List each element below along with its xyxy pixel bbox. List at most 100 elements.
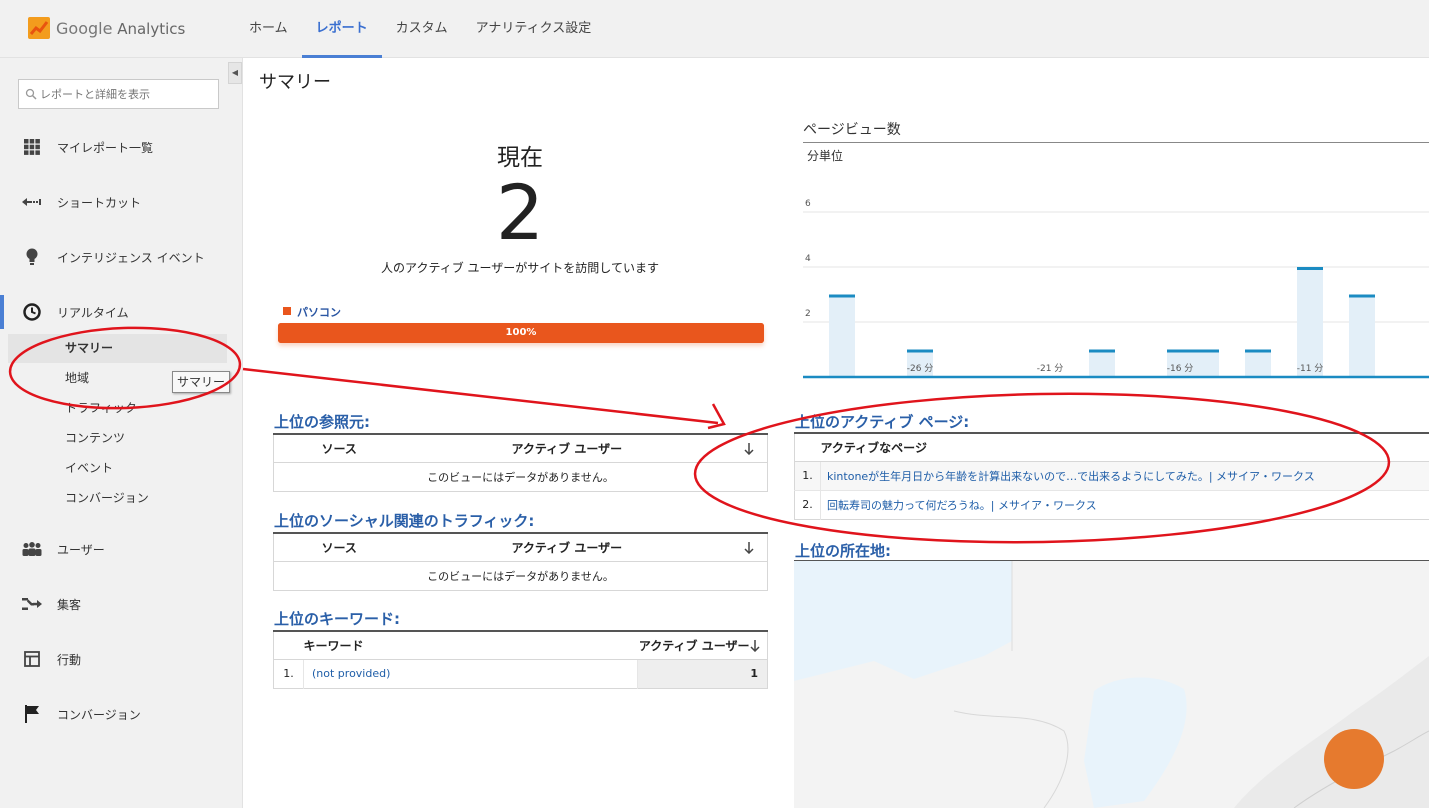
chart-y-tick-label: 4	[805, 254, 811, 264]
logo-text: Google Analytics	[56, 18, 186, 38]
chart-bar	[1193, 349, 1219, 377]
top-locations-title: 上位の所在地:	[795, 542, 891, 560]
sidebar-item-label: ユーザー	[57, 542, 105, 557]
sidebar-item-acquisition[interactable]: 集客	[0, 587, 228, 621]
nav-home[interactable]: ホーム	[235, 0, 302, 58]
search-input[interactable]	[40, 87, 210, 101]
top-bar: Google Analytics ホーム レポート カスタム アナリティクス設定	[0, 0, 1429, 58]
sidebar-item-my-reports[interactable]: マイレポート一覧	[0, 130, 228, 164]
keywords-table: キーワード アクティブ ユーザー 1. (not provided) 1	[273, 630, 768, 689]
chart-bar-cap	[1167, 349, 1193, 353]
summary-tooltip: サマリー	[172, 371, 231, 393]
active-page-link[interactable]: 回転寿司の魅力って何だろうね。| メサイア・ワークス	[821, 490, 1429, 519]
top-social-title: 上位のソーシャル関連のトラフィック:	[274, 512, 535, 530]
device-share-bar: 100%	[278, 323, 764, 343]
sidebar-item-label: 行動	[57, 652, 82, 667]
col-active-users[interactable]: アクティブ ユーザー	[511, 434, 744, 463]
chart-y-tick-label: 2	[805, 309, 811, 319]
row-number: 2.	[794, 490, 821, 519]
pageviews-chart-subtitle: 分単位	[807, 149, 844, 163]
realtime-sub-events[interactable]: イベント	[8, 454, 227, 483]
sidebar-item-realtime[interactable]: リアルタイム	[0, 295, 228, 329]
referrers-table: ソース アクティブ ユーザー このビューにはデータがありません。	[273, 433, 768, 492]
sidebar: ◀ マイレポート一覧 ショートカット インテリジェンス イベント リアルタイム …	[0, 58, 243, 808]
keyword-active-users: 1	[637, 659, 768, 688]
acquisition-icon	[22, 594, 42, 614]
active-user-count: 2	[495, 168, 545, 257]
chart-x-tick-label: -21 分	[1037, 363, 1064, 374]
no-data-message: このビューにはデータがありません。	[427, 569, 614, 583]
table-row: 2. 回転寿司の魅力って何だろうね。| メサイア・ワークス	[794, 490, 1429, 519]
sort-cell[interactable]	[749, 631, 768, 660]
sidebar-item-intelligence-events[interactable]: インテリジェンス イベント	[0, 240, 228, 274]
chart-bar-cap	[1245, 349, 1271, 353]
users-icon	[22, 539, 42, 559]
top-keywords-title: 上位のキーワード:	[274, 610, 400, 628]
google-analytics-logo[interactable]: Google Analytics	[28, 14, 185, 42]
header-spacer	[794, 433, 821, 462]
search-icon	[25, 88, 37, 100]
col-keyword[interactable]: キーワード	[303, 631, 638, 660]
sidebar-item-label: 集客	[57, 597, 82, 612]
sidebar-item-audience[interactable]: ユーザー	[0, 532, 228, 566]
col-active-page[interactable]: アクティブなページ	[820, 433, 1429, 462]
location-marker[interactable]	[1324, 729, 1384, 789]
device-legend-swatch	[283, 307, 291, 315]
active-user-description: 人のアクティブ ユーザーがサイトを訪問しています	[381, 261, 659, 275]
sidebar-item-label: マイレポート一覧	[57, 140, 154, 155]
sidebar-item-shortcuts[interactable]: ショートカット	[0, 185, 228, 219]
chart-x-tick-label: -16 分	[1167, 363, 1194, 374]
chart-bar-cap	[907, 349, 933, 353]
map-graphic	[794, 561, 1429, 808]
header-spacer	[273, 631, 304, 660]
sidebar-item-conversions[interactable]: コンバージョン	[0, 697, 228, 731]
active-page-link[interactable]: kintoneが生年月日から年齢を計算出来ないので…で出来るようにしてみた。| …	[821, 461, 1429, 490]
chart-x-tick-label: -11 分	[1297, 363, 1324, 374]
nav-admin[interactable]: アナリティクス設定	[462, 0, 606, 58]
chart-x-tick-label: -26 分	[907, 363, 934, 374]
sidebar-item-label: リアルタイム	[57, 305, 129, 320]
realtime-sub-traffic[interactable]: トラフィック	[8, 394, 227, 423]
col-source[interactable]: ソース	[321, 533, 512, 562]
analytics-logo-icon	[28, 17, 50, 39]
realtime-sub-conversions[interactable]: コンバージョン	[8, 484, 227, 513]
chart-bar	[1089, 349, 1115, 377]
nav-reports[interactable]: レポート	[301, 0, 382, 58]
device-share-fill: 100%	[278, 323, 764, 343]
report-search[interactable]	[18, 79, 219, 109]
sidebar-item-label: ショートカット	[57, 195, 142, 210]
header-spacer	[273, 533, 322, 562]
location-map[interactable]	[794, 561, 1429, 808]
flag-icon	[22, 704, 42, 724]
col-active-users[interactable]: アクティブ ユーザー	[637, 631, 750, 660]
shortcut-icon	[22, 192, 42, 212]
keyword-link[interactable]: (not provided)	[303, 659, 638, 688]
page-title: サマリー	[259, 72, 331, 93]
chart-bar-cap	[829, 294, 855, 298]
realtime-sub-content[interactable]: コンテンツ	[8, 424, 227, 453]
chart-bar	[1245, 349, 1271, 377]
chart-y-tick-label: 6	[805, 199, 811, 209]
clock-icon	[22, 302, 42, 322]
sort-down-arrow-icon	[749, 639, 760, 652]
top-active-pages-title: 上位のアクティブ ページ:	[795, 413, 970, 431]
sort-down-arrow-icon	[743, 442, 754, 455]
collapse-sidebar-button[interactable]: ◀	[228, 62, 242, 84]
chart-divider	[803, 142, 1429, 143]
chart-bar-cap	[1089, 349, 1115, 353]
lightbulb-icon	[22, 247, 42, 267]
sort-cell[interactable]	[743, 434, 768, 463]
chart-bar-cap	[1349, 294, 1375, 298]
realtime-sub-summary[interactable]: サマリー	[8, 334, 227, 363]
sidebar-item-label: コンバージョン	[57, 707, 141, 722]
no-data-message: このビューにはデータがありません。	[427, 470, 614, 484]
chart-bar	[829, 294, 855, 377]
sort-cell[interactable]	[743, 533, 768, 562]
nav-custom[interactable]: カスタム	[382, 0, 462, 58]
chart-bar	[1349, 294, 1375, 377]
sidebar-item-behavior[interactable]: 行動	[0, 642, 228, 676]
col-source[interactable]: ソース	[321, 434, 512, 463]
sort-down-arrow-icon	[743, 541, 754, 554]
col-active-users[interactable]: アクティブ ユーザー	[511, 533, 744, 562]
behavior-icon	[22, 649, 42, 669]
